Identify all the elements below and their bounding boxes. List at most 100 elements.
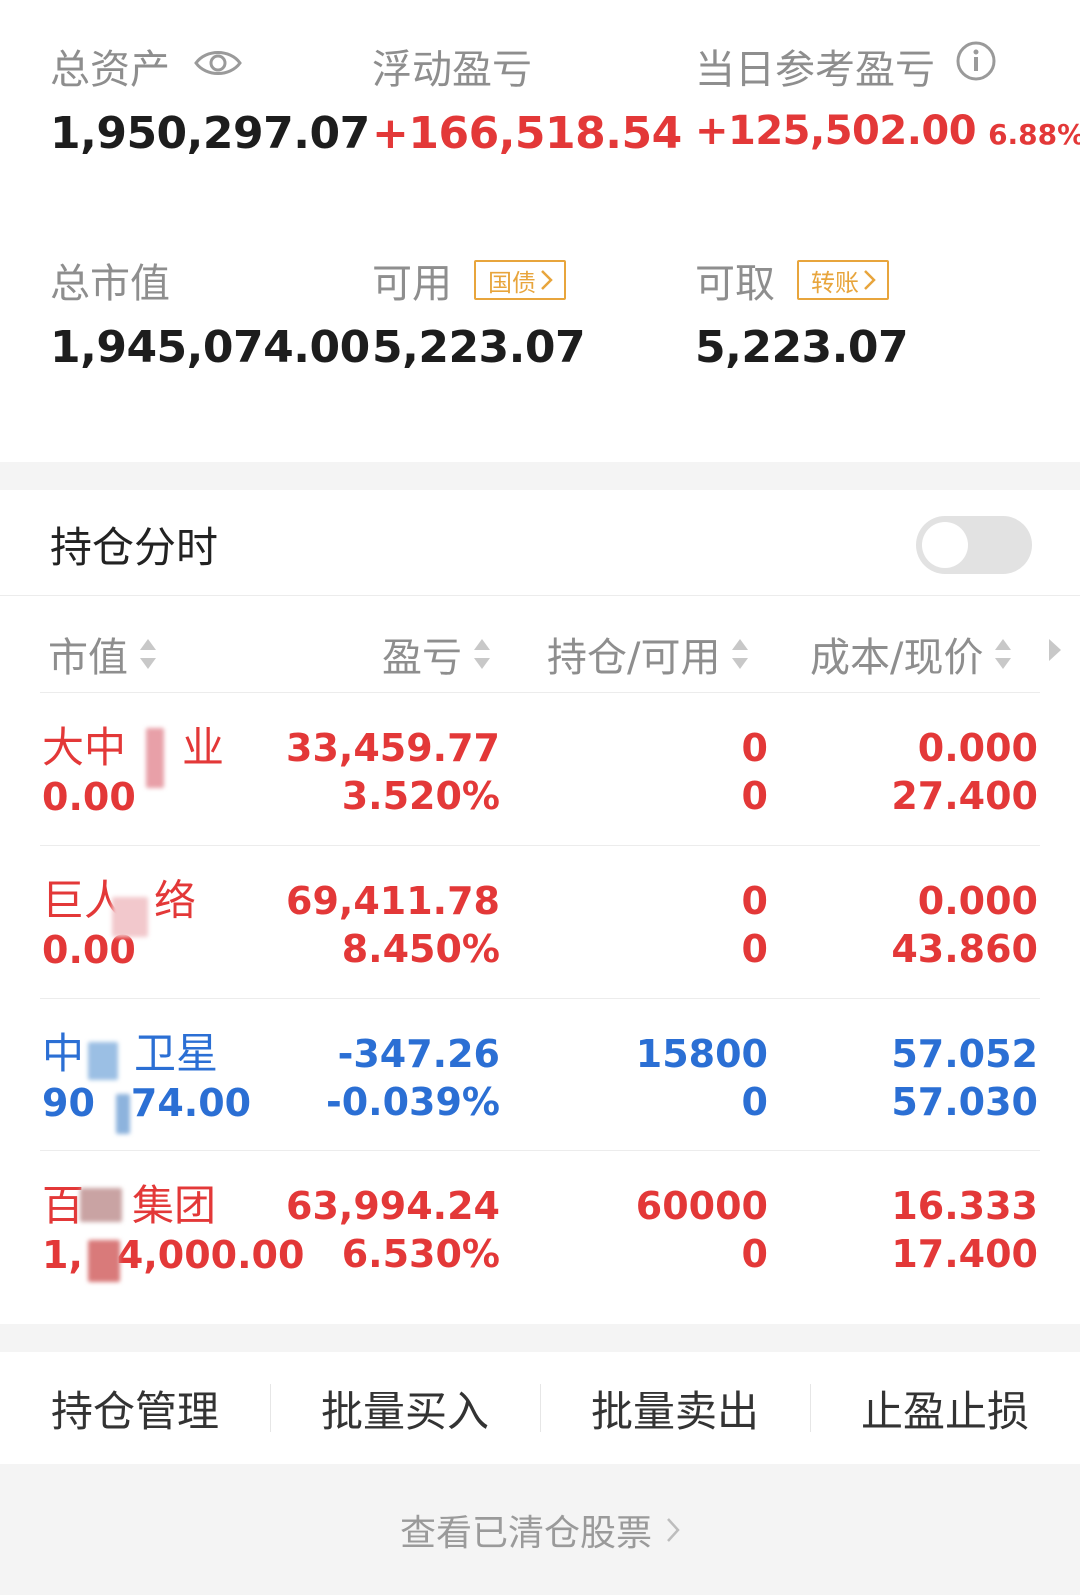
intraday-toggle[interactable] — [916, 516, 1032, 574]
privacy-mask — [112, 897, 148, 937]
stock-market-value-part: 74.00 — [130, 1081, 252, 1125]
toggle-knob — [922, 522, 968, 568]
hold-cell: 0 0 — [742, 724, 768, 820]
privacy-mask — [88, 1042, 118, 1080]
header-pl-label: 盈亏 — [382, 635, 462, 681]
row-divider — [40, 845, 1040, 846]
stock-market-value: 0.00 — [42, 775, 136, 819]
stock-market-value-part: 4,000.00 — [116, 1233, 305, 1277]
table-row[interactable]: 百集团 1, 4,000.00 63,994.24 6.530% 60000 0 … — [0, 1150, 1080, 1305]
batch-buy-button[interactable]: 批量买入 — [270, 1352, 540, 1464]
pl-cell: 69,411.78 8.450% — [286, 877, 500, 973]
table-row[interactable]: 中卫星 90 74.00 -347.26 -0.039% 15800 0 57.0… — [0, 998, 1080, 1153]
row-divider — [40, 1150, 1040, 1151]
avail-qty: 0 — [741, 927, 768, 971]
daily-pl-percent: 6.88% — [988, 118, 1080, 151]
current-price: 57.030 — [891, 1080, 1038, 1124]
cost-price: 57.052 — [891, 1032, 1038, 1076]
avail-qty: 0 — [741, 1232, 768, 1276]
pl-cell: 33,459.77 3.520% — [286, 724, 500, 820]
privacy-mask — [146, 728, 164, 788]
view-cleared-stocks-link[interactable]: 查看已清仓股票 — [0, 1464, 1080, 1595]
transfer-tag-button[interactable]: 转账 — [797, 260, 889, 300]
market-value-label: 总市值 — [50, 261, 170, 307]
stock-name-line: 大中 业 — [42, 724, 224, 773]
intraday-row: 持仓分时 — [0, 490, 1080, 596]
hold-qty: 60000 — [635, 1184, 768, 1228]
table-row[interactable]: 大中 业 0.00 33,459.77 3.520% 0 0 0.000 27.4… — [0, 692, 1080, 847]
hold-cell: 60000 0 — [636, 1182, 768, 1278]
sort-icon — [995, 639, 1012, 669]
stock-market-value-line: 1, 4,000.00 — [42, 1231, 304, 1279]
header-pl[interactable]: 盈亏 — [382, 625, 492, 683]
available-label-row: 可用 国债 — [372, 252, 585, 308]
withdrawable-value: 5,223.07 — [695, 322, 909, 373]
pl-percent: 3.520% — [341, 774, 500, 818]
action-bar: 持仓管理 批量买入 批量卖出 止盈止损 — [0, 1352, 1080, 1464]
hold-cell: 0 0 — [742, 877, 768, 973]
stock-name-part: 大中 — [42, 723, 127, 772]
cost-cell: 16.333 17.400 — [891, 1182, 1038, 1278]
eye-icon[interactable] — [194, 43, 242, 89]
pl-cell: -347.26 -0.039% — [326, 1030, 500, 1126]
row-divider — [40, 998, 1040, 999]
chevron-right-icon — [667, 1517, 680, 1542]
cost-price: 0.000 — [917, 879, 1038, 923]
sort-icon — [140, 639, 156, 669]
bond-tag-label: 国债 — [488, 268, 536, 297]
hold-qty: 15800 — [635, 1032, 768, 1076]
stock-market-value-part: 90 — [42, 1081, 95, 1125]
header-hold[interactable]: 持仓/可用 — [547, 625, 750, 683]
available-value: 5,223.07 — [372, 322, 586, 373]
daily-pl-label: 当日参考盈亏 — [695, 47, 935, 93]
withdrawable-block: 可取 转账 5,223.07 — [695, 252, 909, 373]
stock-name-line: 中卫星 — [42, 1030, 251, 1079]
cost-cell: 0.000 43.860 — [891, 877, 1038, 973]
withdrawable-label: 可取 — [695, 261, 775, 307]
bond-tag-button[interactable]: 国债 — [474, 260, 566, 300]
hold-qty: 0 — [741, 879, 768, 923]
batch-sell-button[interactable]: 批量卖出 — [540, 1352, 810, 1464]
stock-name-part: 百 — [42, 1181, 85, 1230]
stock-market-value-line: 90 74.00 — [42, 1079, 251, 1127]
floating-pl-label: 浮动盈亏 — [372, 47, 532, 93]
row-divider — [40, 692, 1040, 693]
floating-pl-value: +166,518.54 — [372, 108, 682, 159]
header-market-value[interactable]: 市值 — [48, 625, 158, 683]
available-label: 可用 — [372, 261, 452, 307]
account-summary: 总资产 1,950,297.07 浮动盈亏 +166,518.54 当日参考盈亏… — [0, 0, 1080, 462]
table-header: 市值 盈亏 持仓/可用 成本/现价 — [0, 597, 1080, 705]
stock-cell: 大中 业 0.00 — [42, 724, 224, 821]
pl-value: 33,459.77 — [286, 726, 500, 770]
stock-name-part: 业 — [182, 723, 225, 772]
stock-market-value-part: 1, — [42, 1233, 83, 1277]
market-value-block: 总市值 1,945,074.00 — [50, 252, 370, 373]
intraday-label: 持仓分时 — [50, 523, 219, 572]
pl-value: -347.26 — [337, 1032, 500, 1076]
header-market-value-label: 市值 — [48, 635, 128, 681]
withdrawable-label-row: 可取 转账 — [695, 252, 908, 308]
table-row[interactable]: 巨人络 0.00 69,411.78 8.450% 0 0 0.000 43.8… — [0, 845, 1080, 1000]
daily-pl-block: 当日参考盈亏 +125,502.00 6.88% — [695, 38, 1080, 154]
manage-positions-button[interactable]: 持仓管理 — [0, 1352, 270, 1464]
stop-profit-loss-button[interactable]: 止盈止损 — [810, 1352, 1080, 1464]
cost-price: 0.000 — [917, 726, 1038, 770]
daily-pl-value: +125,502.00 — [695, 108, 977, 154]
scroll-right-icon[interactable] — [1047, 637, 1063, 663]
total-assets-block: 总资产 1,950,297.07 — [50, 38, 370, 159]
cost-cell: 0.000 27.400 — [891, 724, 1038, 820]
total-assets-value: 1,950,297.07 — [50, 108, 370, 159]
info-icon[interactable] — [955, 40, 997, 92]
available-block: 可用 国债 5,223.07 — [372, 252, 586, 373]
transfer-tag-label: 转账 — [811, 268, 859, 297]
total-assets-label-row: 总资产 — [50, 38, 370, 94]
stock-name-part: 络 — [154, 876, 197, 925]
pl-percent: 8.450% — [341, 927, 500, 971]
header-cost[interactable]: 成本/现价 — [810, 625, 1013, 683]
sort-icon — [732, 639, 749, 669]
stock-name-part: 集团 — [132, 1181, 217, 1230]
chevron-right-icon — [541, 270, 553, 290]
current-price: 43.860 — [891, 927, 1038, 971]
stock-name-part: 中 — [42, 1029, 85, 1078]
cost-price: 16.333 — [891, 1184, 1038, 1228]
